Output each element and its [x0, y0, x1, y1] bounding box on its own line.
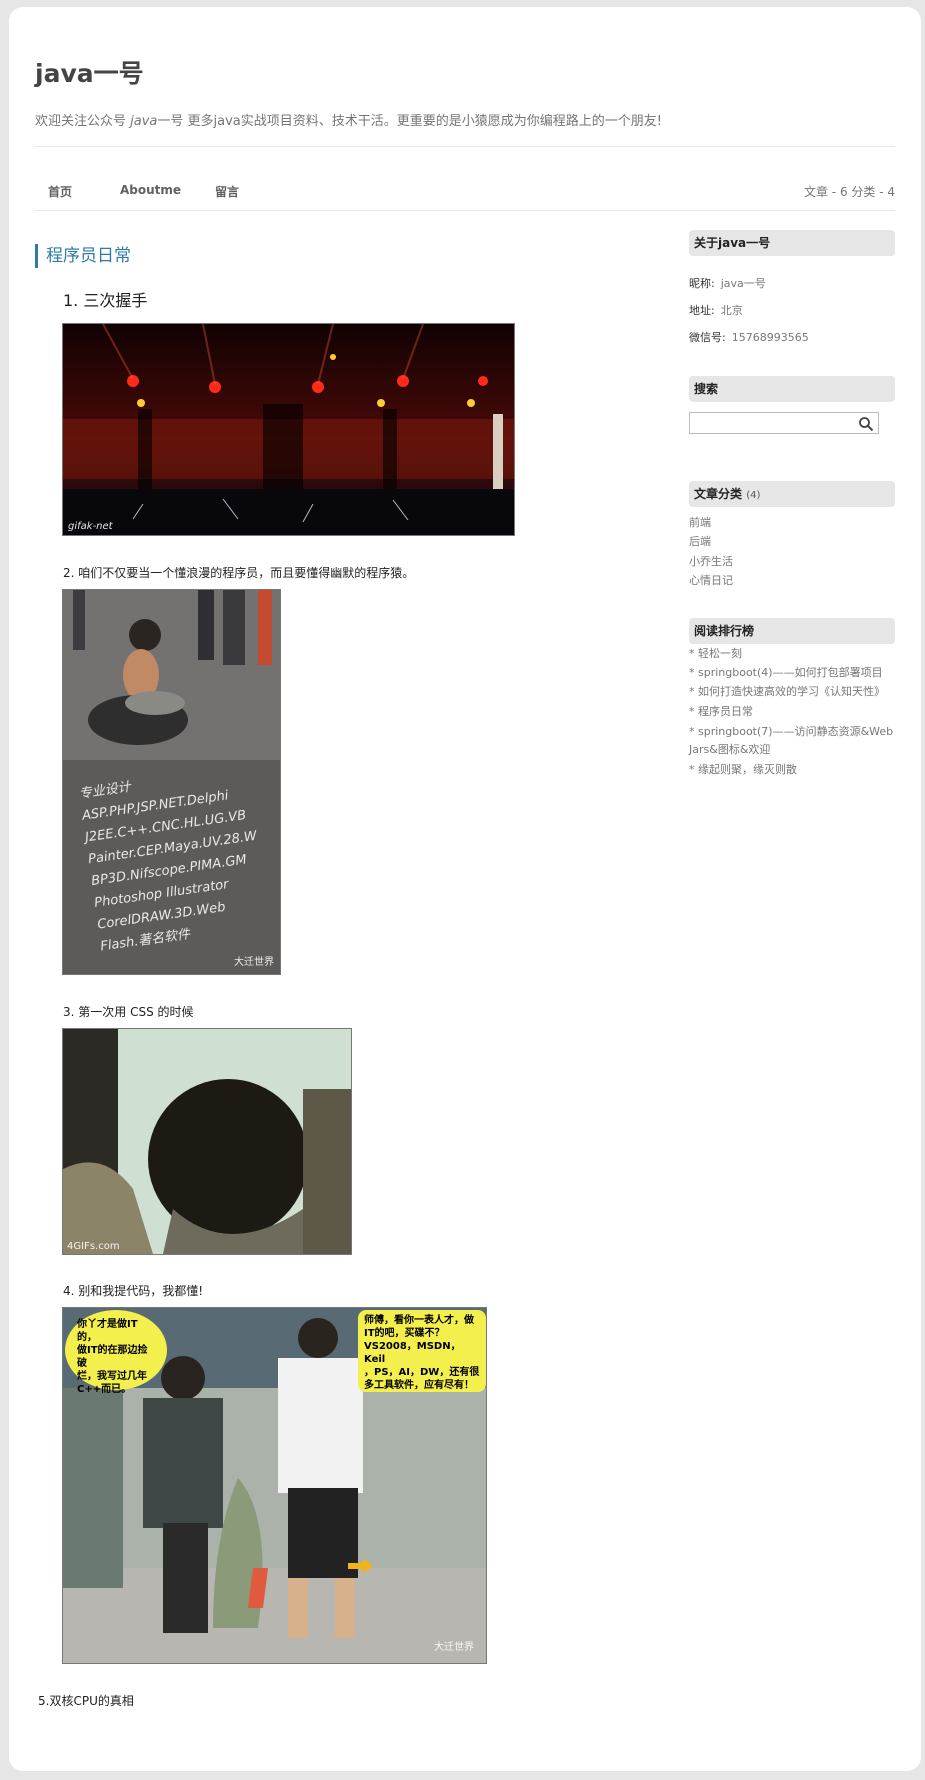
- css-hair-illustration: [63, 1029, 351, 1254]
- sidebar-about-heading: 关于java一号: [689, 230, 895, 256]
- blog-stats: 文章 - 6 分类 - 4: [803, 185, 895, 199]
- sidebar-categories-heading: 文章分类 (4): [689, 481, 895, 507]
- image-css-hair: 4GIFs.com: [62, 1028, 352, 1255]
- item-1-heading: 1. 三次握手: [63, 291, 148, 310]
- meme-bubble-right: 师傅，看你一表人才，做 IT的吧，买碟不？ VS2008，MSDN，Keil ，…: [358, 1310, 486, 1392]
- watermark-dqsj-1: 大迁世界: [234, 957, 274, 968]
- stage-illustration: [63, 324, 514, 535]
- address-value: 北京: [720, 304, 743, 317]
- site-desc-prefix: 欢迎关注公众号: [35, 114, 131, 129]
- sidebar-ranking-heading: 阅读排行榜: [689, 618, 895, 644]
- item-2-text: 2. 咱们不仅要当一个懂浪漫的程序员，而且要懂得幽默的程序猿。: [63, 566, 415, 580]
- watermark-gifak: gifak-net: [68, 521, 113, 532]
- category-item[interactable]: 前端: [689, 514, 711, 530]
- sidebar-search-heading: 搜索: [689, 376, 895, 402]
- about-address: 地址: 北京: [689, 302, 743, 318]
- divider-top: [35, 146, 895, 147]
- page: java一号 欢迎关注公众号 java一号 更多java实战项目资料、技术干活。…: [9, 7, 921, 1771]
- about-wechat: 微信号: 15768993565: [689, 329, 809, 345]
- ranking-item[interactable]: * 轻松一刻: [689, 645, 895, 663]
- categories-count: (4): [746, 490, 761, 501]
- site-desc-rest: 一号 更多java实战项目资料、技术干活。更重要的是小猿愿成为你编程路上的一个朋…: [157, 114, 662, 129]
- watermark-dqsj-2: 大迁世界: [434, 1642, 474, 1653]
- bubble-line: IT的吧，买碟不？: [364, 1328, 445, 1339]
- ranking-item[interactable]: * 程序员日常: [689, 703, 895, 721]
- site-desc-brand: java: [130, 114, 158, 129]
- search-input[interactable]: [689, 412, 879, 434]
- meme-bubble-left: 你丫才是做IT的， 做IT的在那边捡破 烂，我写过几年 C++而已。: [65, 1310, 167, 1395]
- item-5-text: 5.双核CPU的真相: [38, 1694, 134, 1708]
- post-title[interactable]: 程序员日常: [35, 244, 131, 268]
- search-icon[interactable]: [858, 416, 874, 432]
- bubble-line: 烂，我写过几年: [77, 1371, 147, 1382]
- nickname-value: java一号: [720, 277, 766, 290]
- image-chalk-beggar: 专业设计 ASP.PHP.JSP.NET.Delphi J2EE.C++.CNC…: [62, 589, 281, 975]
- ranking-item[interactable]: * 如何打造快速高效的学习《认知天性》: [689, 683, 895, 701]
- category-item[interactable]: 心情日记: [689, 572, 733, 588]
- site-description: 欢迎关注公众号 java一号 更多java实战项目资料、技术干活。更重要的是小猿…: [35, 110, 662, 129]
- site-title[interactable]: java一号: [35, 54, 144, 90]
- bubble-line: 师傅，看你一表人才，做: [364, 1315, 474, 1326]
- divider-nav: [35, 210, 895, 211]
- ranking-item[interactable]: * 缘起则聚，缘灭则散: [689, 761, 895, 779]
- bubble-line: ，PS，AI，DW，还有很: [364, 1367, 480, 1378]
- category-item[interactable]: 小乔生活: [689, 553, 733, 569]
- about-nickname: 昵称: java一号: [689, 275, 766, 291]
- categories-heading-label: 文章分类: [694, 487, 743, 501]
- ranking-item[interactable]: * springboot(4)——如何打包部署项目: [689, 664, 895, 682]
- bubble-line: 多工具软件，应有尽有！: [364, 1380, 474, 1391]
- nav-home[interactable]: 首页: [48, 183, 72, 200]
- bubble-line: C++而已。: [77, 1384, 132, 1395]
- item-3-text: 3. 第一次用 CSS 的时候: [63, 1005, 194, 1019]
- wechat-value: 15768993565: [731, 331, 809, 344]
- bubble-line: 做IT的在那边捡破: [77, 1345, 148, 1369]
- image-meme-street: 你丫才是做IT的， 做IT的在那边捡破 烂，我写过几年 C++而已。 师傅，看你…: [62, 1307, 487, 1664]
- footer-watermark: https://blog.csdn.net/qq_3449150: [687, 1757, 917, 1772]
- image-handshake-stage: gifak-net: [62, 323, 515, 536]
- chalk-text-block: 专业设计 ASP.PHP.JSP.NET.Delphi J2EE.C++.CNC…: [78, 758, 280, 959]
- nav-guestbook[interactable]: 留言: [215, 183, 239, 200]
- wechat-label: 微信号:: [689, 331, 726, 344]
- bubble-line: 你丫才是做IT的，: [77, 1319, 138, 1343]
- nav-aboutme[interactable]: Aboutme: [120, 183, 181, 197]
- item-4-text: 4. 别和我提代码，我都懂!: [63, 1284, 204, 1298]
- watermark-4gifs: 4GIFs.com: [67, 1241, 120, 1252]
- bubble-line: VS2008，MSDN，Keil: [364, 1341, 461, 1365]
- nickname-label: 昵称:: [689, 277, 715, 290]
- address-label: 地址:: [689, 304, 715, 317]
- ranking-item[interactable]: * springboot(7)——访问静态资源&WebJars&图标&欢迎: [689, 723, 895, 759]
- category-item[interactable]: 后端: [689, 533, 711, 549]
